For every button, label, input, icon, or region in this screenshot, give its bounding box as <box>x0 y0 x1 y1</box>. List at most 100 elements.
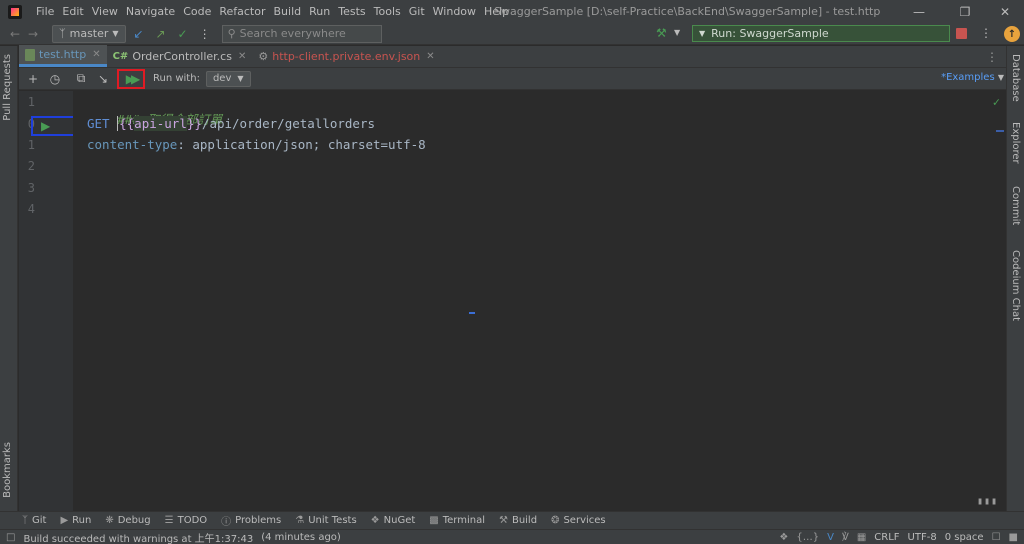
run-request-gutter-button[interactable]: ▶ <box>31 116 78 136</box>
line-ending[interactable]: CRLF <box>874 532 899 543</box>
git-status-icon[interactable]: ❖ <box>779 532 788 543</box>
codeium-chat-tab[interactable]: Codeium Chat <box>1010 250 1021 321</box>
http-method: GET <box>87 116 110 131</box>
terminal-icon: ▩ <box>429 515 439 526</box>
file-encoding[interactable]: UTF-8 <box>908 532 937 543</box>
services-tool-button[interactable]: ❂ Services <box>551 515 606 526</box>
menu-navigate[interactable]: Navigate <box>122 5 179 18</box>
examples-dropdown[interactable]: *Examples ▼ <box>941 72 1004 83</box>
tab-order-controller[interactable]: C# OrderController.cs ✕ <box>107 45 253 67</box>
text-caret <box>117 116 119 131</box>
vs-plugin-icon[interactable]: V <box>827 532 834 543</box>
run-tool-button[interactable]: ▶ Run <box>60 515 91 526</box>
bookmarks-tab[interactable]: Bookmarks <box>2 442 13 498</box>
search-icon: ⚲ <box>227 27 236 40</box>
line-number: 4 <box>27 202 35 216</box>
explorer-tab[interactable]: Explorer <box>1010 122 1021 164</box>
nuget-icon: ❖ <box>370 515 380 526</box>
menu-code[interactable]: Code <box>179 5 215 18</box>
tool-label: Unit Tests <box>308 515 357 526</box>
import-icon[interactable]: ↘ <box>93 69 113 89</box>
build-status-age: (4 minutes ago) <box>261 531 341 543</box>
indent-setting[interactable]: 0 space <box>945 532 984 543</box>
chevron-down-icon: ▼ <box>699 29 706 38</box>
environment-select[interactable]: dev ▼ <box>205 70 251 87</box>
line-number: 3 <box>27 181 35 195</box>
memory-indicator-icon[interactable]: ▮▮▮ <box>977 496 998 507</box>
run-configuration-selector[interactable]: ▼ Run: SwaggerSample <box>692 25 950 42</box>
branch-name: master <box>69 27 109 40</box>
menu-edit[interactable]: Edit <box>58 5 87 18</box>
update-arrow-icon[interactable]: ↑ <box>1004 26 1020 42</box>
no-problems-check-icon[interactable]: ✓ <box>993 95 1000 109</box>
vcs-commit-icon[interactable]: ✓ <box>174 25 192 43</box>
more-vertical-icon[interactable]: ⋮ <box>980 26 992 40</box>
close-icon[interactable]: ✕ <box>238 51 246 62</box>
code-line-header: content-type: application/json; charset=… <box>87 137 426 152</box>
git-branch-dropdown[interactable]: ᛉ master ▼ <box>52 24 126 43</box>
build-hammer-icon[interactable]: ⚒ <box>656 26 667 40</box>
line-number: 1 <box>27 95 35 109</box>
convert-icon[interactable]: ⧉ <box>71 69 91 89</box>
menu-git[interactable]: Git <box>405 5 429 18</box>
run-all-requests-button[interactable]: ▶▶ <box>117 68 145 89</box>
more-vertical-icon[interactable]: ⋮ <box>196 25 214 43</box>
vcs-push-icon[interactable]: ↗ <box>152 25 170 43</box>
play-icon: ▶ <box>41 119 51 133</box>
rider-logo-icon <box>8 4 22 19</box>
tab-env-json[interactable]: ⚙ http-client.private.env.json ✕ <box>252 45 440 67</box>
stop-icon[interactable] <box>956 28 967 39</box>
lock-icon[interactable]: ☐ <box>992 532 1001 543</box>
nuget-tool-button[interactable]: ❖ NuGet <box>371 515 416 526</box>
git-tool-button[interactable]: ᛉ Git <box>22 515 46 526</box>
code-editor[interactable]: ### 取得全部訂單 GET {{api-url}}/api/order/get… <box>73 91 1006 511</box>
close-icon[interactable]: ✕ <box>426 51 434 62</box>
menu-run[interactable]: Run <box>305 5 334 18</box>
menu-view[interactable]: View <box>88 5 122 18</box>
tool-label: Git <box>32 515 47 526</box>
tool-label: Run <box>72 515 92 526</box>
panel-toggle-icon[interactable]: □ <box>6 532 15 543</box>
menu-refactor[interactable]: Refactor <box>215 5 269 18</box>
forward-arrow-icon[interactable]: → <box>24 27 42 41</box>
minimize-icon[interactable]: — <box>898 0 940 23</box>
examples-label: *Examples <box>941 72 995 83</box>
tool-label: Debug <box>117 515 151 526</box>
search-everywhere-input[interactable]: ⚲ Search everywhere <box>221 24 382 43</box>
close-window-icon[interactable]: ✕ <box>984 0 1024 23</box>
notifications-icon[interactable]: ■ <box>1009 532 1018 543</box>
run-config-label: Run: SwaggerSample <box>711 27 829 40</box>
vcs-update-icon[interactable]: ↙ <box>130 25 148 43</box>
problems-tool-button[interactable]: ⓘ Problems <box>221 513 281 528</box>
build-tool-button[interactable]: ⚒ Build <box>499 515 537 526</box>
readonly-icon[interactable]: ▦ <box>857 532 866 543</box>
tab-test-http[interactable]: test.http ✕ <box>19 45 107 67</box>
tool-label: Build <box>511 515 538 526</box>
menu-tests[interactable]: Tests <box>334 5 369 18</box>
menu-file[interactable]: File <box>32 5 58 18</box>
restore-icon[interactable]: ❐ <box>944 0 986 23</box>
inspection-icon[interactable]: ℣ <box>842 532 849 543</box>
codeium-icon[interactable]: {…} <box>796 532 819 543</box>
more-vertical-icon[interactable]: ⋮ <box>986 50 998 64</box>
tool-label: Terminal <box>442 515 485 526</box>
unit-tests-tool-button[interactable]: ⚗ Unit Tests <box>295 515 356 526</box>
pull-requests-tab[interactable]: Pull Requests <box>2 54 13 121</box>
add-request-icon[interactable]: + <box>23 69 43 89</box>
terminal-tool-button[interactable]: ▩ Terminal <box>429 515 485 526</box>
debug-tool-button[interactable]: ❋ Debug <box>105 515 150 526</box>
search-placeholder: Search everywhere <box>239 27 346 40</box>
todo-tool-button[interactable]: ☰ TODO <box>165 515 208 526</box>
status-message[interactable]: □ Build succeeded with warnings at 上午1:3… <box>6 530 341 544</box>
chevron-down-icon[interactable]: ▼ <box>674 28 680 37</box>
menu-tools[interactable]: Tools <box>370 5 405 18</box>
database-tab[interactable]: Database <box>1010 54 1021 102</box>
history-icon[interactable]: ◷ <box>45 69 65 89</box>
left-tool-strip: Pull Requests Bookmarks <box>0 46 18 512</box>
close-icon[interactable]: ✕ <box>92 49 100 60</box>
menu-build[interactable]: Build <box>270 5 306 18</box>
commit-tab[interactable]: Commit <box>1010 186 1021 225</box>
back-arrow-icon[interactable]: ← <box>6 27 24 41</box>
csharp-file-icon: C# <box>112 50 129 62</box>
menu-window[interactable]: Window <box>429 5 480 18</box>
